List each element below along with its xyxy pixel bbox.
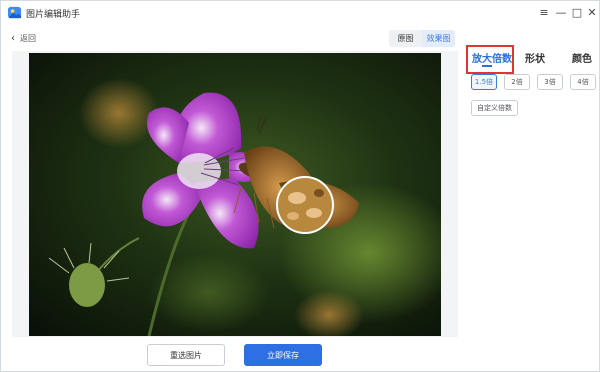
- view-toggle: 原图 效果图: [389, 30, 455, 47]
- highlight-annotation: [466, 45, 514, 74]
- custom-scale-button[interactable]: 自定义倍数: [471, 100, 518, 116]
- menu-icon[interactable]: ≡: [537, 5, 551, 19]
- photo-svg: [29, 53, 441, 336]
- reselect-image-button[interactable]: 重选图片: [147, 344, 225, 366]
- tab-result[interactable]: 效果图: [422, 30, 455, 47]
- app-logo-icon: [7, 6, 22, 19]
- scale-option-4x[interactable]: 4倍: [570, 74, 596, 90]
- preview-image[interactable]: [29, 53, 441, 336]
- title-bar: 图片编辑助手 ≡ — □ ✕: [1, 1, 599, 25]
- minimize-icon[interactable]: —: [554, 5, 568, 19]
- maximize-icon[interactable]: □: [570, 5, 584, 19]
- back-button[interactable]: ‹ 返回: [11, 31, 36, 45]
- tab-color[interactable]: 颜色: [572, 50, 592, 65]
- back-label: 返回: [20, 33, 36, 43]
- chevron-left-icon: ‹: [11, 32, 15, 44]
- close-icon[interactable]: ✕: [585, 5, 599, 19]
- tab-original[interactable]: 原图: [389, 30, 422, 47]
- scale-option-2x[interactable]: 2倍: [504, 74, 530, 90]
- app-title: 图片编辑助手: [26, 10, 81, 20]
- save-now-button[interactable]: 立即保存: [244, 344, 322, 366]
- scale-option-1-5x[interactable]: 1.5倍: [471, 74, 497, 90]
- scale-option-3x[interactable]: 3倍: [537, 74, 563, 90]
- tab-shape[interactable]: 形状: [525, 50, 545, 65]
- app-window: 图片编辑助手 ≡ — □ ✕ ‹ 返回 原图 效果图 放大倍数 形状 颜色 1.…: [0, 0, 600, 372]
